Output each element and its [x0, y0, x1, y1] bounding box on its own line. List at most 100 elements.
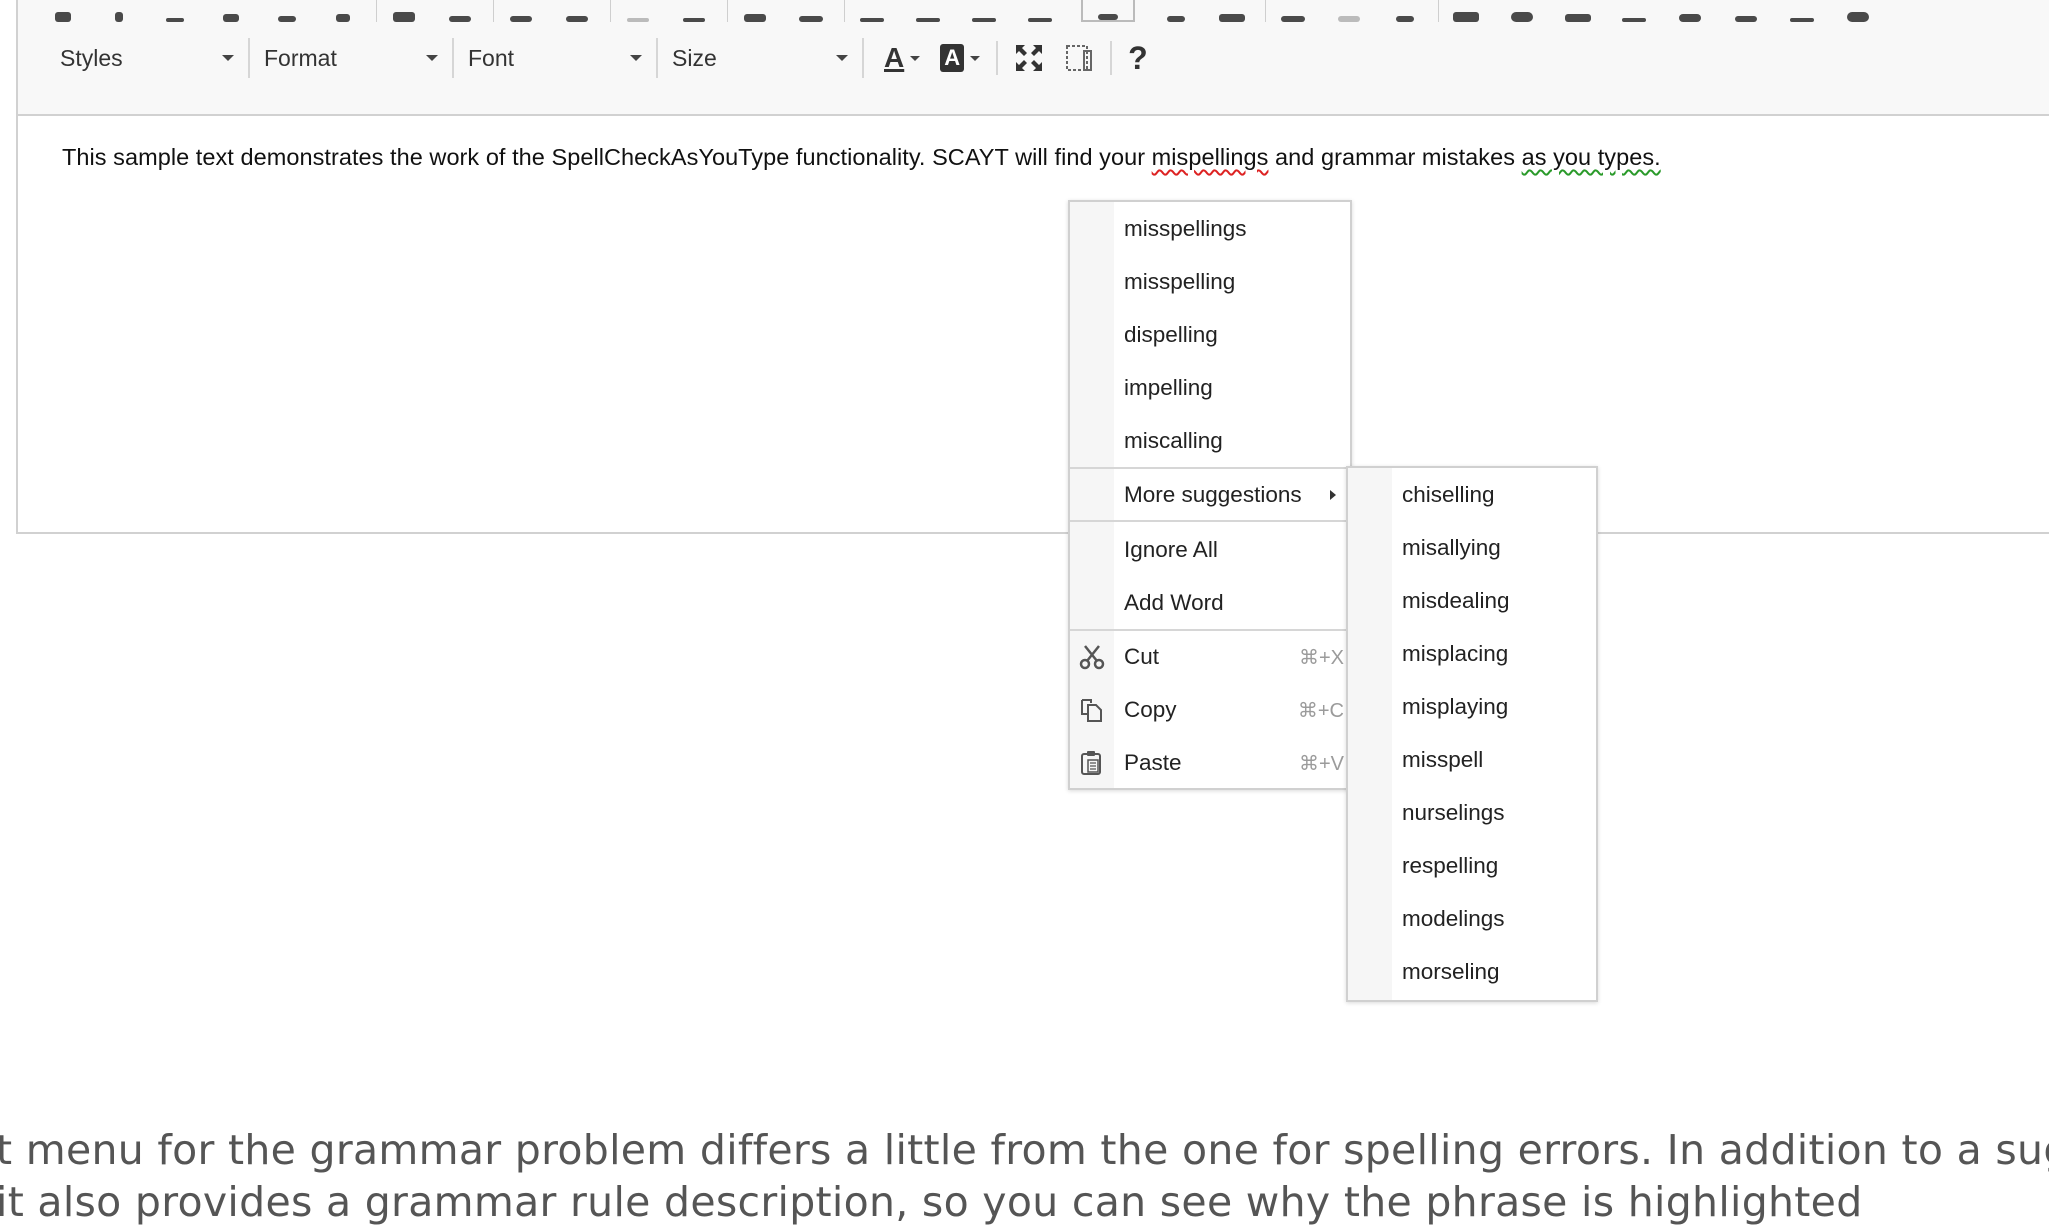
suggestion-label: miscalling: [1124, 428, 1223, 453]
toolbar-row-bottom: Styles Format Font Size A A ?: [46, 36, 2049, 80]
toolbar-separator: [1438, 0, 1439, 22]
anchor-icon[interactable]: [1390, 0, 1420, 22]
text-color-button[interactable]: A: [874, 38, 930, 78]
styles-dropdown[interactable]: Styles: [46, 38, 250, 78]
format-dropdown[interactable]: Format: [250, 38, 454, 78]
text-color-icon: A: [884, 42, 905, 73]
indent-icon[interactable]: [679, 0, 709, 22]
maximize-icon: [1016, 45, 1043, 71]
align-left-icon[interactable]: [857, 0, 887, 22]
ignore-all-item[interactable]: Ignore All: [1070, 525, 1350, 575]
spellcheck-context-menu: misspellings misspelling dispelling impe…: [1068, 200, 1352, 790]
copy-item[interactable]: Copy ⌘+C: [1070, 685, 1350, 735]
copy-shortcut: ⌘+C: [1297, 699, 1344, 722]
editor-content-area[interactable]: This sample text demonstrates the work o…: [18, 114, 2049, 532]
more-suggestion-item[interactable]: misspell: [1348, 735, 1596, 785]
paint-format-icon[interactable]: [389, 0, 419, 22]
background-color-button[interactable]: A: [930, 38, 990, 78]
toolbar-row-top: [48, 0, 2049, 22]
more-suggestion-item[interactable]: nurselings: [1348, 788, 1596, 838]
paste-item[interactable]: Paste ⌘+V: [1070, 738, 1350, 788]
show-blocks-button[interactable]: [1054, 38, 1104, 78]
rtl-direction-icon[interactable]: [1161, 0, 1191, 22]
toolbar-separator: [844, 0, 845, 22]
chevron-down-icon: [836, 55, 848, 61]
more-suggestion-item[interactable]: misallying: [1348, 523, 1596, 573]
outdent-icon[interactable]: [623, 0, 653, 22]
page-break-icon[interactable]: [1787, 0, 1817, 22]
align-right-icon[interactable]: [969, 0, 999, 22]
toolbar-separator: [727, 0, 728, 22]
maximize-button[interactable]: [1004, 38, 1054, 78]
strikethrough-icon[interactable]: [216, 0, 246, 22]
clear-format-icon[interactable]: [445, 0, 475, 22]
more-suggestion-item[interactable]: misdealing: [1348, 576, 1596, 626]
grammar-error[interactable]: as you types.: [1522, 144, 1661, 170]
add-word-item[interactable]: Add Word: [1070, 578, 1350, 628]
menu-separator: [1070, 467, 1350, 469]
suggestion-item[interactable]: miscalling: [1070, 416, 1350, 466]
cut-label: Cut: [1124, 644, 1160, 669]
table-icon[interactable]: [1563, 0, 1593, 22]
cut-item[interactable]: Cut ⌘+X: [1070, 632, 1350, 682]
more-suggestions-item[interactable]: More suggestions: [1070, 470, 1350, 520]
show-blocks-icon: [1066, 45, 1093, 71]
underline-icon[interactable]: [160, 0, 190, 22]
suggestion-label: nurselings: [1402, 800, 1505, 825]
misspelled-word[interactable]: mispellings: [1152, 144, 1269, 170]
suggestion-label: morseling: [1402, 959, 1500, 984]
editor-text-middle: and grammar mistakes: [1268, 144, 1522, 170]
add-word-label: Add Word: [1124, 590, 1224, 615]
more-suggestion-item[interactable]: chiselling: [1348, 470, 1596, 520]
suggestion-item[interactable]: dispelling: [1070, 310, 1350, 360]
blockquote-icon[interactable]: [740, 0, 770, 22]
suggestion-label: misplaying: [1402, 694, 1509, 719]
paste-label: Paste: [1124, 750, 1182, 775]
size-dropdown[interactable]: Size: [658, 38, 864, 78]
link-icon[interactable]: [1278, 0, 1308, 22]
special-char-icon[interactable]: [1731, 0, 1761, 22]
ltr-direction-icon[interactable]: [1081, 0, 1135, 22]
iframe-icon[interactable]: [1843, 0, 1873, 22]
more-suggestion-item[interactable]: modelings: [1348, 894, 1596, 944]
font-dropdown-label: Font: [468, 44, 515, 71]
help-button[interactable]: ?: [1118, 38, 1158, 78]
align-justify-icon[interactable]: [1025, 0, 1055, 22]
smiley-icon[interactable]: [1675, 0, 1705, 22]
suggestion-item[interactable]: impelling: [1070, 363, 1350, 413]
more-suggestion-item[interactable]: morseling: [1348, 947, 1596, 997]
chevron-down-icon: [630, 55, 642, 61]
font-dropdown[interactable]: Font: [454, 38, 658, 78]
cut-shortcut: ⌘+X: [1298, 646, 1344, 669]
suggestion-item[interactable]: misspellings: [1070, 204, 1350, 254]
bold-icon[interactable]: [48, 0, 78, 22]
subscript-icon[interactable]: [272, 0, 302, 22]
more-suggestion-item[interactable]: respelling: [1348, 841, 1596, 891]
ignore-all-label: Ignore All: [1124, 537, 1218, 562]
code-icon[interactable]: [796, 0, 826, 22]
suggestion-label: dispelling: [1124, 322, 1218, 347]
rich-text-editor: Styles Format Font Size A A ? This sampl…: [16, 0, 2049, 534]
bullet-list-icon[interactable]: [562, 0, 592, 22]
horizontal-rule-icon[interactable]: [1619, 0, 1649, 22]
toolbar-separator: [996, 41, 999, 75]
image-icon[interactable]: [1451, 0, 1481, 22]
toolbar-separator: [493, 0, 494, 22]
more-suggestions-label: More suggestions: [1124, 482, 1302, 507]
language-icon[interactable]: [1217, 0, 1247, 22]
unlink-icon[interactable]: [1334, 0, 1364, 22]
remove-format-icon[interactable]: [328, 0, 358, 22]
more-suggestion-item[interactable]: misplacing: [1348, 629, 1596, 679]
help-icon: ?: [1128, 39, 1148, 76]
toolbar-separator: [1110, 41, 1113, 75]
suggestion-item[interactable]: misspelling: [1070, 257, 1350, 307]
toolbar-separator: [376, 0, 377, 22]
paste-shortcut: ⌘+V: [1298, 752, 1344, 775]
numbered-list-icon[interactable]: [506, 0, 536, 22]
flash-icon[interactable]: [1507, 0, 1537, 22]
align-center-icon[interactable]: [913, 0, 943, 22]
more-suggestion-item[interactable]: misplaying: [1348, 682, 1596, 732]
scissors-icon: [1078, 643, 1106, 671]
editor-paragraph[interactable]: This sample text demonstrates the work o…: [62, 144, 1661, 171]
italic-icon[interactable]: [104, 0, 134, 22]
